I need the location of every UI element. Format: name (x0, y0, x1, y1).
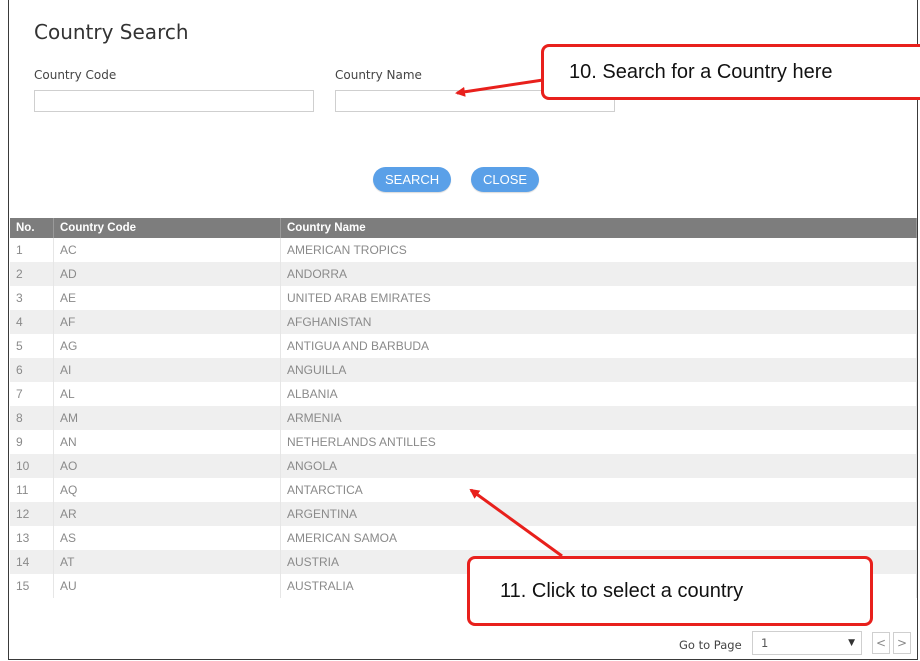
table-row[interactable]: 8 AM ARMENIA (10, 406, 917, 430)
row-number: 10 (10, 454, 54, 478)
row-number: 13 (10, 526, 54, 550)
prev-page-button[interactable]: < (872, 632, 890, 654)
row-country-code: AG (53, 334, 281, 358)
row-number: 5 (10, 334, 54, 358)
callout-search-country: 10. Search for a Country here (541, 44, 920, 100)
dropdown-caret-icon: ▼ (848, 638, 855, 648)
callout-select-text: 11. Click to select a country (500, 579, 744, 602)
row-country-name: ANTIGUA AND BARBUDA (280, 334, 917, 358)
close-button[interactable]: CLOSE (471, 167, 540, 192)
table-row[interactable]: 2 AD ANDORRA (10, 262, 917, 286)
row-country-name: ANGOLA (280, 454, 917, 478)
page-select[interactable]: 1 ▼ (752, 631, 862, 655)
next-page-button[interactable]: > (893, 632, 911, 654)
row-country-name: UNITED ARAB EMIRATES (280, 286, 917, 310)
row-number: 15 (10, 574, 54, 598)
country-code-input[interactable] (34, 90, 314, 112)
row-country-code: AQ (53, 478, 281, 502)
table-header-row: No. Country Code Country Name (10, 218, 917, 238)
table-row[interactable]: 6 AI ANGUILLA (10, 358, 917, 382)
dialog-title: Country Search (34, 20, 189, 44)
row-country-code: AE (53, 286, 281, 310)
table-row[interactable]: 5 AG ANTIGUA AND BARBUDA (10, 334, 917, 358)
row-country-code: AS (53, 526, 281, 550)
table-row[interactable]: 4 AF AFGHANISTAN (10, 310, 917, 334)
country-table: No. Country Code Country Name 1 AC AMERICA… (10, 218, 917, 598)
table-row[interactable]: 11 AQ ANTARCTICA (10, 478, 917, 502)
row-number: 9 (10, 430, 54, 454)
table-body: 1 AC AMERICAN TROPICS 2 AD ANDORRA 3 AE UNITED A… (10, 238, 917, 598)
table-row[interactable]: 7 AL ALBANIA (10, 382, 917, 406)
table-row[interactable]: 13 AS AMERICAN SAMOA (10, 526, 917, 550)
row-number: 3 (10, 286, 54, 310)
row-country-name: ARGENTINA (280, 502, 917, 526)
row-country-code: AM (53, 406, 281, 430)
row-country-name: NETHERLANDS ANTILLES (280, 430, 917, 454)
row-country-code: AL (53, 382, 281, 406)
row-country-name: AMERICAN TROPICS (280, 238, 917, 262)
table-row[interactable]: 12 AR ARGENTINA (10, 502, 917, 526)
row-country-code: AD (53, 262, 281, 286)
page-select-value: 1 (761, 636, 769, 650)
row-country-name: ARMENIA (280, 406, 917, 430)
row-country-code: AO (53, 454, 281, 478)
row-number: 11 (10, 478, 54, 502)
row-country-name: AFGHANISTAN (280, 310, 917, 334)
row-country-code: AT (53, 550, 281, 574)
row-country-code: AC (53, 238, 281, 262)
row-country-code: AR (53, 502, 281, 526)
row-country-name: ANGUILLA (280, 358, 917, 382)
row-country-code: AI (53, 358, 281, 382)
row-country-code: AU (53, 574, 281, 598)
row-country-code: AF (53, 310, 281, 334)
row-number: 2 (10, 262, 54, 286)
table-row[interactable]: 3 AE UNITED ARAB EMIRATES (10, 286, 917, 310)
row-number: 7 (10, 382, 54, 406)
row-number: 14 (10, 550, 54, 574)
header-country-name: Country Name (280, 218, 917, 238)
row-country-code: AN (53, 430, 281, 454)
header-no: No. (10, 218, 54, 238)
callout-select-country: 11. Click to select a country (467, 556, 873, 626)
search-button[interactable]: SEARCH (373, 167, 452, 192)
row-number: 6 (10, 358, 54, 382)
go-to-page-label: Go to Page (679, 638, 742, 652)
row-number: 4 (10, 310, 54, 334)
row-country-name: AMERICAN SAMOA (280, 526, 917, 550)
country-name-label: Country Name (335, 68, 422, 82)
table-row[interactable]: 1 AC AMERICAN TROPICS (10, 238, 917, 262)
header-country-code: Country Code (53, 218, 281, 238)
table-row[interactable]: 9 AN NETHERLANDS ANTILLES (10, 430, 917, 454)
country-code-label: Country Code (34, 68, 117, 82)
table-row[interactable]: 10 AO ANGOLA (10, 454, 917, 478)
row-country-name: ALBANIA (280, 382, 917, 406)
row-number: 12 (10, 502, 54, 526)
row-country-name: ANDORRA (280, 262, 917, 286)
row-number: 8 (10, 406, 54, 430)
row-country-name: ANTARCTICA (280, 478, 917, 502)
row-number: 1 (10, 238, 54, 262)
callout-search-text: 10. Search for a Country here (569, 60, 833, 83)
